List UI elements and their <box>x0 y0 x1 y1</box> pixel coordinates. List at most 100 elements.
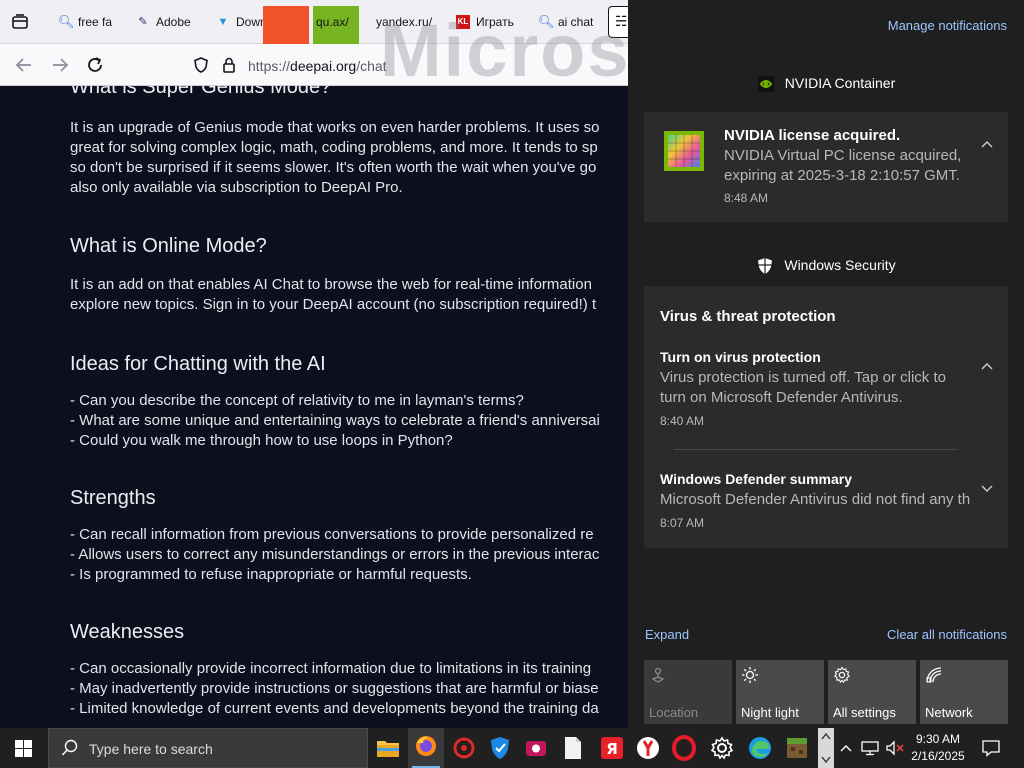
navigation-toolbar: https://deepai.org/chat <box>0 44 628 86</box>
quick-action-night-light[interactable]: Night light <box>736 660 824 724</box>
svg-text:Я: Я <box>606 740 618 758</box>
system-clock[interactable]: 9:30 AM 2/16/2025 <box>907 731 969 765</box>
download-icon: ▼ <box>217 16 229 28</box>
chevron-down-icon <box>821 756 831 764</box>
padlock-icon[interactable] <box>220 56 238 74</box>
search-icon <box>61 739 78 756</box>
deepai-chat-page: What is Super Genius Mode? It is an upgr… <box>0 86 628 728</box>
article-line: - What are some unique and entertaining … <box>70 412 600 429</box>
desktop-screen: 🔍︎ free fa ✎ Adobe ▼ Down qu.ax/ yandex.… <box>0 0 1024 768</box>
bookmark-igrat[interactable]: KL Играть <box>456 13 518 31</box>
article-line: - Could you walk me through how to use l… <box>70 432 453 449</box>
article-content: What is Super Genius Mode? It is an upgr… <box>70 86 628 719</box>
show-hidden-icons-chevron-icon[interactable] <box>840 743 852 753</box>
adobe-icon: ✎ <box>138 16 148 28</box>
bookmark-quax[interactable]: qu.ax/ <box>316 13 360 31</box>
taskbar: Type here to search Я 9:30 AM 2/16/2025 <box>0 728 1024 768</box>
article-line: - Can occasionally provide incorrect inf… <box>70 660 592 677</box>
back-arrow-icon[interactable] <box>12 54 36 76</box>
file-explorer-icon[interactable] <box>372 732 404 764</box>
bookmark-ai-chat[interactable]: 🔍︎ ai chat <box>538 13 598 31</box>
windows-security-card: Virus & threat protection Turn on virus … <box>644 286 1008 548</box>
settings-icon[interactable] <box>706 732 738 764</box>
nvidia-notification-card[interactable]: NVIDIA license acquired. NVIDIA Virtual … <box>644 112 1008 222</box>
chevron-down-icon[interactable] <box>980 483 994 493</box>
article-line: It is an add on that enables AI Chat to … <box>70 276 592 293</box>
section-heading: Weaknesses <box>70 621 185 643</box>
article-line: also only available via subscription to … <box>70 179 403 196</box>
divider <box>674 449 957 450</box>
article-line: - Can recall information from previous c… <box>70 526 594 543</box>
url-text: https://deepai.org/chat <box>248 58 387 74</box>
opera-icon[interactable] <box>668 732 700 764</box>
bookmark-adobe[interactable]: ✎ Adobe <box>136 13 192 31</box>
firefox-icon <box>416 736 436 756</box>
edge-icon[interactable] <box>744 732 776 764</box>
tracking-shield-icon[interactable] <box>192 56 210 74</box>
shield-icon <box>758 258 773 275</box>
chevron-up-icon[interactable] <box>980 361 994 371</box>
windows-security-group-header: Windows Security <box>628 257 1024 275</box>
manage-notifications-link[interactable]: Manage notifications <box>888 18 1007 33</box>
nvidia-icon <box>757 76 774 93</box>
notification-body: Virus protection is turned off. Tap or c… <box>660 369 946 386</box>
taskbar-search-box[interactable]: Type here to search <box>48 728 368 768</box>
article-line: great for solving complex logic, math, c… <box>70 139 598 156</box>
address-bar[interactable]: https://deepai.org/chat <box>186 51 628 79</box>
volume-muted-icon[interactable] <box>885 740 905 756</box>
virus-protection-notification[interactable]: Turn on virus protection Virus protectio… <box>644 342 1008 432</box>
action-center-panel: Manage notifications NVIDIA Container NV… <box>628 0 1024 728</box>
quick-action-all-settings[interactable]: All settings <box>828 660 916 724</box>
taskbar-scroll[interactable] <box>818 728 834 768</box>
article-line: - Is programmed to refuse inappropriate … <box>70 566 472 583</box>
chevron-up-icon <box>821 732 831 740</box>
tab-overview-icon[interactable] <box>10 12 30 32</box>
color-block-orange <box>263 6 309 46</box>
nvidia-group-header: NVIDIA Container <box>628 75 1024 93</box>
gear-icon <box>833 666 851 684</box>
notification-time: 8:40 AM <box>660 414 705 428</box>
notification-time: 8:48 AM <box>724 191 769 205</box>
chevron-up-icon[interactable] <box>980 139 994 149</box>
article-line: - Limited knowledge of current events an… <box>70 700 599 717</box>
minecraft-icon[interactable] <box>781 732 813 764</box>
nvidia-chip-icon <box>664 131 704 171</box>
section-heading: What is Super Genius Mode? <box>70 86 332 98</box>
active-tab-edge[interactable]: ☵ <box>608 6 628 38</box>
shield-app-icon[interactable] <box>484 732 516 764</box>
bookmarks-tab-bar: 🔍︎ free fa ✎ Adobe ▼ Down qu.ax/ yandex.… <box>0 0 628 46</box>
location-icon <box>651 667 665 683</box>
network-icon <box>926 667 942 683</box>
network-tray-icon[interactable] <box>861 740 879 756</box>
article-line: so don't be surprised if it seems slower… <box>70 159 597 176</box>
article-line: - Allows users to correct any misunderst… <box>70 546 600 563</box>
defender-summary-notification[interactable]: Windows Defender summary Microsoft Defen… <box>644 464 1008 544</box>
notification-body: expiring at 2025-3-18 2:10:57 GMT. <box>724 167 960 184</box>
category-title: Virus & threat protection <box>660 308 836 325</box>
quick-action-network[interactable]: Network <box>920 660 1008 724</box>
bookmark-yandex[interactable]: yandex.ru/ <box>376 13 440 31</box>
yandex-icon[interactable] <box>632 732 664 764</box>
reload-icon[interactable] <box>84 54 108 76</box>
bookmark-free-fa[interactable]: 🔍︎ free fa <box>58 13 114 31</box>
firefox-taskbar-slot[interactable] <box>408 728 444 768</box>
action-center-notification-icon[interactable] <box>982 739 1000 757</box>
section-heading: Ideas for Chatting with the AI <box>70 353 326 375</box>
search-icon: 🔍︎ <box>58 14 75 29</box>
app-red-icon[interactable] <box>448 732 480 764</box>
quick-action-location[interactable]: Location <box>644 660 732 724</box>
bookmark-down[interactable]: ▼ Down <box>216 13 268 31</box>
expand-link[interactable]: Expand <box>645 627 689 642</box>
windows-start-icon[interactable] <box>15 740 32 757</box>
search-icon: 🔍︎ <box>538 14 555 29</box>
notification-body: NVIDIA Virtual PC license acquired, <box>724 147 962 164</box>
yandex-browser-icon[interactable]: Я <box>596 732 628 764</box>
deepai-tab-icon: ☵ <box>615 13 628 29</box>
game-icon: KL <box>456 15 470 29</box>
recorder-icon[interactable] <box>520 732 552 764</box>
clear-all-notifications-link[interactable]: Clear all notifications <box>887 627 1007 642</box>
notification-title: Windows Defender summary <box>660 471 853 487</box>
forward-arrow-icon[interactable] <box>48 54 72 76</box>
notification-title: NVIDIA license acquired. <box>724 127 901 144</box>
document-icon[interactable] <box>556 732 588 764</box>
